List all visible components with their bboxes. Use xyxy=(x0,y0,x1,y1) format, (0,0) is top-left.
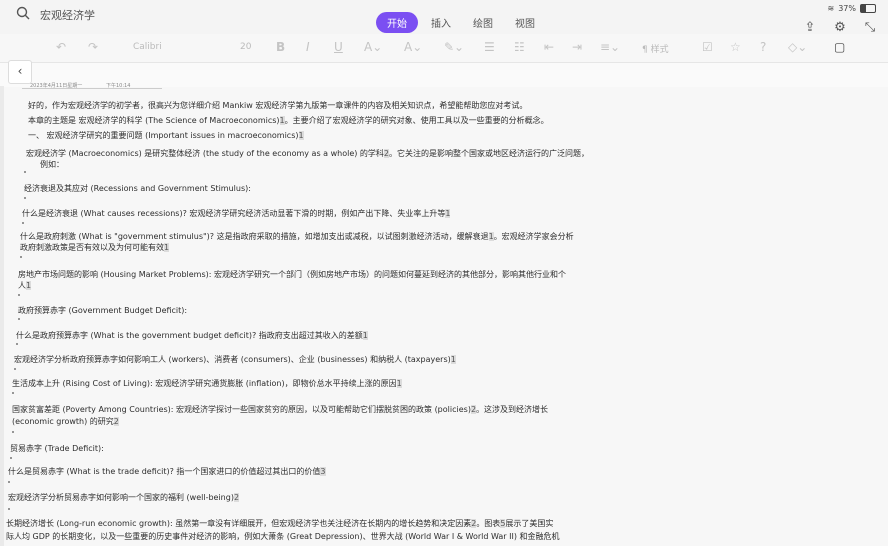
text-span: 什么是经济衰退 (What causes recessions)? 宏观经济学研… xyxy=(22,209,446,218)
bullet-dot xyxy=(24,197,26,199)
citation-ref[interactable]: 1 xyxy=(298,131,304,140)
text-line: 人1 xyxy=(18,280,32,291)
citation-ref[interactable]: 1 xyxy=(26,281,32,290)
text-span: 国家贫富差距 (Poverty Among Countries): 宏观经济学探… xyxy=(12,405,471,414)
bullet-dot xyxy=(16,343,18,345)
text-line: 什么是经济衰退 (What causes recessions)? 宏观经济学研… xyxy=(22,208,451,219)
bullet-dot xyxy=(8,508,10,510)
text-line: 宏观经济学 (Macroeconomics) 是研究整体经济 (the stud… xyxy=(26,148,589,159)
bullet-dot xyxy=(10,457,12,459)
text-line: 什么是政府刺激 (What is "government stimulus")?… xyxy=(20,231,574,242)
bullet-dot xyxy=(24,171,26,173)
text-line: 长期经济增长 (Long-run economic growth): 虽然第一章… xyxy=(6,518,553,529)
text-span: 什么是贸易赤字 (What is the trade deficit)? 指一个… xyxy=(8,467,321,476)
text-line: 宏观经济学分析政府预算赤字如何影响工人 (workers)、消费者 (consu… xyxy=(14,354,456,365)
text-span: 宏观经济学分析贸易赤字如何影响一个国家的福利 (well-being) xyxy=(8,493,234,502)
text-span: 一、 宏观经济学研究的重要问题 (Important issues in mac… xyxy=(28,131,299,140)
text-span: 宏观经济学 (Macroeconomics) 是研究整体经济 (the stud… xyxy=(26,149,384,158)
text-line: 政府刺激政策是否有效以及为何可能有效1 xyxy=(20,242,170,253)
text-line: 好的，作为宏观经济学的初学者，很高兴为您详细介绍 Mankiw 宏观经济学第九版… xyxy=(28,101,528,110)
bullet-dot xyxy=(18,318,20,320)
citation-ref[interactable]: 1 xyxy=(362,331,368,340)
citation-ref[interactable]: 1 xyxy=(164,243,170,252)
citation-ref[interactable]: 3 xyxy=(320,467,326,476)
text-span: 。图表 xyxy=(476,519,501,528)
bullet-dot xyxy=(12,431,14,433)
text-line: 国家贫富差距 (Poverty Among Countries): 宏观经济学探… xyxy=(12,404,548,415)
text-span: 生活成本上升 (Rising Cost of Living): 宏观经济学研究通… xyxy=(12,379,397,388)
text-span: 。这涉及到经济增长 xyxy=(476,405,549,414)
bullet-dot xyxy=(18,294,20,296)
citation-ref[interactable]: 1 xyxy=(396,379,402,388)
bullet-dot xyxy=(20,256,22,258)
bullet-dot xyxy=(22,222,24,224)
citation-ref[interactable]: 2 xyxy=(233,493,240,502)
text-span: 长期经济增长 (Long-run economic growth): 虽然第一章… xyxy=(6,519,472,528)
text-span: 。主要介绍了宏观经济学的研究对象、使用工具以及一些重要的分析概念。 xyxy=(284,116,549,125)
citation-ref[interactable]: 2 xyxy=(113,417,119,426)
text-line: 经济衰退及其应对 (Recessions and Government Stim… xyxy=(24,184,251,193)
note-body[interactable]: 好的，作为宏观经济学的初学者，很高兴为您详细介绍 Mankiw 宏观经济学第九版… xyxy=(0,0,888,546)
citation-ref[interactable]: 1 xyxy=(445,209,451,218)
text-span: 什么是政府预算赤字 (What is the government budget… xyxy=(16,331,363,340)
text-span: 政府刺激政策是否有效以及为何可能有效 xyxy=(20,243,164,252)
citation-ref[interactable]: 1 xyxy=(450,355,456,364)
text-line: 生活成本上升 (Rising Cost of Living): 宏观经济学研究通… xyxy=(12,378,402,389)
text-line: 房地产市场问题的影响 (Housing Market Problems): 宏观… xyxy=(18,270,566,279)
text-line: (economic growth) 的研究2 xyxy=(12,416,119,427)
bullet-dot xyxy=(12,392,14,394)
text-span: 。它关注的是影响整个国家或地区经济运行的广泛问题， xyxy=(389,149,590,158)
text-line: 际人均 GDP 的长期变化，以及一些重要的历史事件对经济的影响，例如大萧条 (G… xyxy=(6,532,560,541)
text-span: 什么是政府刺激 (What is "government stimulus")?… xyxy=(20,232,489,241)
text-span: (economic growth) 的研究 xyxy=(12,417,114,426)
text-span: 宏观经济学分析政府预算赤字如何影响工人 (workers)、消费者 (consu… xyxy=(14,355,451,364)
text-line: 宏观经济学分析贸易赤字如何影响一个国家的福利 (well-being)2 xyxy=(8,492,240,503)
text-line: 本章的主题是 宏观经济学的科学 (The Science of Macroeco… xyxy=(28,115,549,126)
text-span: 人 xyxy=(18,281,26,290)
text-span: 展示了美国实 xyxy=(505,519,554,528)
text-line: 一、 宏观经济学研究的重要问题 (Important issues in mac… xyxy=(28,130,304,141)
text-span: 。宏观经济学家会分析 xyxy=(493,232,574,241)
bullet-dot xyxy=(14,368,16,370)
text-line: 什么是政府预算赤字 (What is the government budget… xyxy=(16,330,368,341)
text-span: 本章的主题是 宏观经济学的科学 (The Science of Macroeco… xyxy=(28,116,280,125)
text-line: 政府预算赤字 (Government Budget Deficit): xyxy=(18,306,188,315)
text-line: 什么是贸易赤字 (What is the trade deficit)? 指一个… xyxy=(8,466,326,477)
text-line: 贸易赤字 (Trade Deficit): xyxy=(10,444,104,453)
text-line: 例如： xyxy=(40,160,64,169)
bullet-dot xyxy=(8,481,10,483)
